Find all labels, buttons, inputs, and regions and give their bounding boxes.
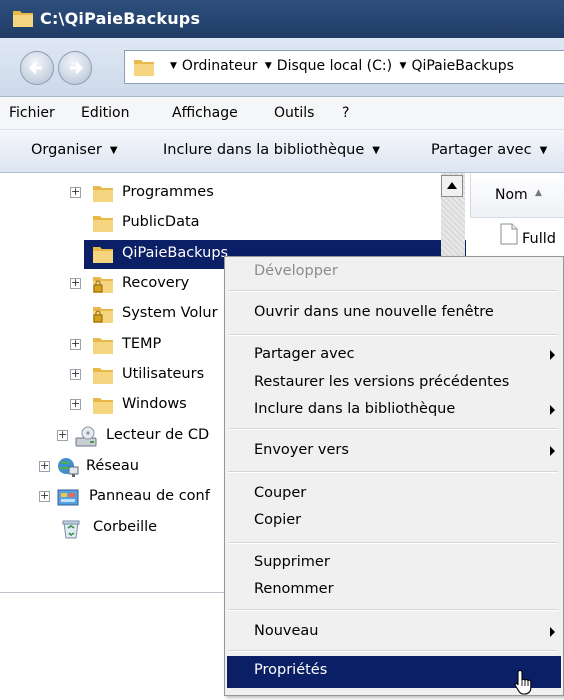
expand-icon[interactable]: + (70, 398, 81, 410)
tree-item-label: Utilisateurs (122, 366, 205, 382)
tree-item-label: Lecteur de CD (106, 427, 210, 443)
file-icon[interactable] (500, 223, 518, 249)
expand-icon[interactable]: + (70, 186, 81, 198)
folder-icon (92, 395, 114, 419)
menu-edition[interactable]: Edition (81, 105, 129, 121)
folder-icon (92, 183, 114, 207)
submenu-arrow-icon (550, 446, 555, 456)
expand-icon[interactable]: + (39, 490, 50, 502)
chevron-down-icon: ▼ (372, 145, 380, 156)
menu-item-developper[interactable]: Développer (254, 263, 338, 279)
hand-cursor-icon (514, 669, 536, 700)
tree-item-programmes[interactable]: + Programmes (0, 179, 440, 209)
recycle-bin-icon (60, 518, 82, 544)
command-bar: Organiser ▼ Inclure dans la bibliothèque ▼… (0, 130, 564, 173)
tree-item-label: Réseau (86, 458, 139, 474)
breadcrumb-item[interactable]: Disque local (C:) (277, 58, 392, 74)
menu-item-copier[interactable]: Copier (254, 512, 301, 528)
menu-item-couper[interactable]: Couper (254, 485, 306, 501)
folder-icon (92, 244, 114, 268)
chevron-down-icon[interactable]: ▼ (400, 61, 407, 71)
menu-separator (228, 290, 558, 292)
share-button[interactable]: Partager avec ▼ (431, 142, 547, 158)
forward-button[interactable] (58, 51, 92, 85)
tree-item-label: Windows (122, 396, 187, 412)
locked-folder-icon (92, 274, 114, 298)
divider (0, 592, 230, 593)
sort-ascending-icon: ▲ (535, 188, 542, 198)
network-icon (56, 457, 80, 483)
back-button[interactable] (20, 51, 54, 85)
context-menu: Développer Ouvrir dans une nouvelle fenê… (224, 256, 564, 696)
menu-outils[interactable]: Outils (274, 105, 314, 121)
organize-button[interactable]: Organiser ▼ (31, 142, 118, 158)
menu-separator (228, 650, 558, 652)
title-bar[interactable]: C:\QiPaieBackups (0, 0, 564, 38)
expand-icon[interactable]: + (39, 460, 50, 472)
tree-item-label: PublicData (122, 214, 200, 230)
address-bar[interactable]: ▼ Ordinateur ▼ Disque local (C:) ▼ QiPaieBa… (124, 50, 564, 84)
cd-drive-icon (74, 426, 98, 452)
folder-icon (92, 335, 114, 359)
menu-fichier[interactable]: Fichier (9, 105, 55, 121)
menu-affichage[interactable]: Affichage (172, 105, 238, 121)
window-title: C:\QiPaieBackups (40, 9, 201, 28)
chevron-down-icon: ▼ (539, 145, 548, 156)
menu-item-supprimer[interactable]: Supprimer (254, 554, 330, 570)
expand-icon[interactable]: + (70, 338, 81, 350)
tree-item-label: Recovery (122, 275, 190, 291)
folder-icon (12, 8, 34, 32)
arrow-right-icon (70, 61, 84, 75)
file-list: Nom ▲ Fulld (466, 173, 564, 263)
breadcrumb-item[interactable]: QiPaieBackups (411, 58, 513, 74)
menu-separator (228, 609, 558, 611)
column-header-name[interactable]: Nom ▲ (470, 173, 564, 218)
menu-separator (228, 471, 558, 473)
folder-icon (92, 365, 114, 389)
tree-item-label: QiPaieBackups (122, 245, 229, 261)
column-header-label: Nom (495, 187, 528, 203)
locked-folder-icon (92, 304, 114, 328)
expand-icon[interactable]: + (70, 368, 81, 380)
menu-item-nouveau[interactable]: Nouveau (254, 623, 319, 639)
tree-item-label: TEMP (122, 336, 162, 352)
menu-bar: Fichier Edition Affichage Outils ? (0, 97, 564, 130)
tree-item-label: System Volur (122, 305, 218, 321)
folder-icon (92, 213, 114, 237)
folder-icon (133, 57, 155, 81)
menu-separator (228, 428, 558, 430)
submenu-arrow-icon (550, 350, 555, 360)
menu-separator (228, 542, 558, 544)
menu-item-renommer[interactable]: Renommer (254, 581, 334, 597)
chevron-down-icon: ▼ (109, 145, 118, 156)
menu-item-proprietes[interactable]: Propriétés (254, 662, 327, 678)
expand-icon[interactable]: + (70, 277, 81, 289)
menu-item-ouvrir-nouvelle-fenetre[interactable]: Ouvrir dans une nouvelle fenêtre (254, 304, 494, 320)
tree-item-label: Panneau de conf (89, 488, 210, 504)
include-library-button[interactable]: Inclure dans la bibliothèque ▼ (163, 142, 380, 158)
address-row: ▼ Ordinateur ▼ Disque local (C:) ▼ QiPaieBa… (0, 38, 564, 97)
submenu-arrow-icon (550, 405, 555, 415)
tree-item-publicdata[interactable]: PublicData (0, 209, 440, 239)
scroll-up-button[interactable] (441, 175, 463, 197)
breadcrumb-item[interactable]: Ordinateur (182, 58, 258, 74)
arrow-left-icon (28, 61, 42, 75)
menu-item-restaurer-versions[interactable]: Restaurer les versions précédentes (254, 374, 509, 390)
tree-item-label: Programmes (122, 184, 214, 200)
chevron-down-icon[interactable]: ▼ (170, 61, 177, 71)
expand-icon[interactable]: + (57, 429, 68, 441)
file-label[interactable]: Fulld (522, 231, 556, 247)
control-panel-icon (56, 487, 80, 513)
menu-item-envoyer-vers[interactable]: Envoyer vers (254, 442, 349, 458)
submenu-arrow-icon (550, 627, 555, 637)
menu-item-partager-avec[interactable]: Partager avec (254, 346, 355, 362)
menu-separator (228, 334, 558, 336)
breadcrumb: ▼ Ordinateur ▼ Disque local (C:) ▼ QiPaieBa… (167, 58, 514, 74)
arrow-up-icon (447, 182, 457, 189)
menu-help[interactable]: ? (342, 105, 349, 121)
tree-item-label: Corbeille (93, 519, 158, 535)
menu-item-inclure-bibliotheque[interactable]: Inclure dans la bibliothèque (254, 401, 455, 417)
chevron-down-icon[interactable]: ▼ (265, 61, 272, 71)
